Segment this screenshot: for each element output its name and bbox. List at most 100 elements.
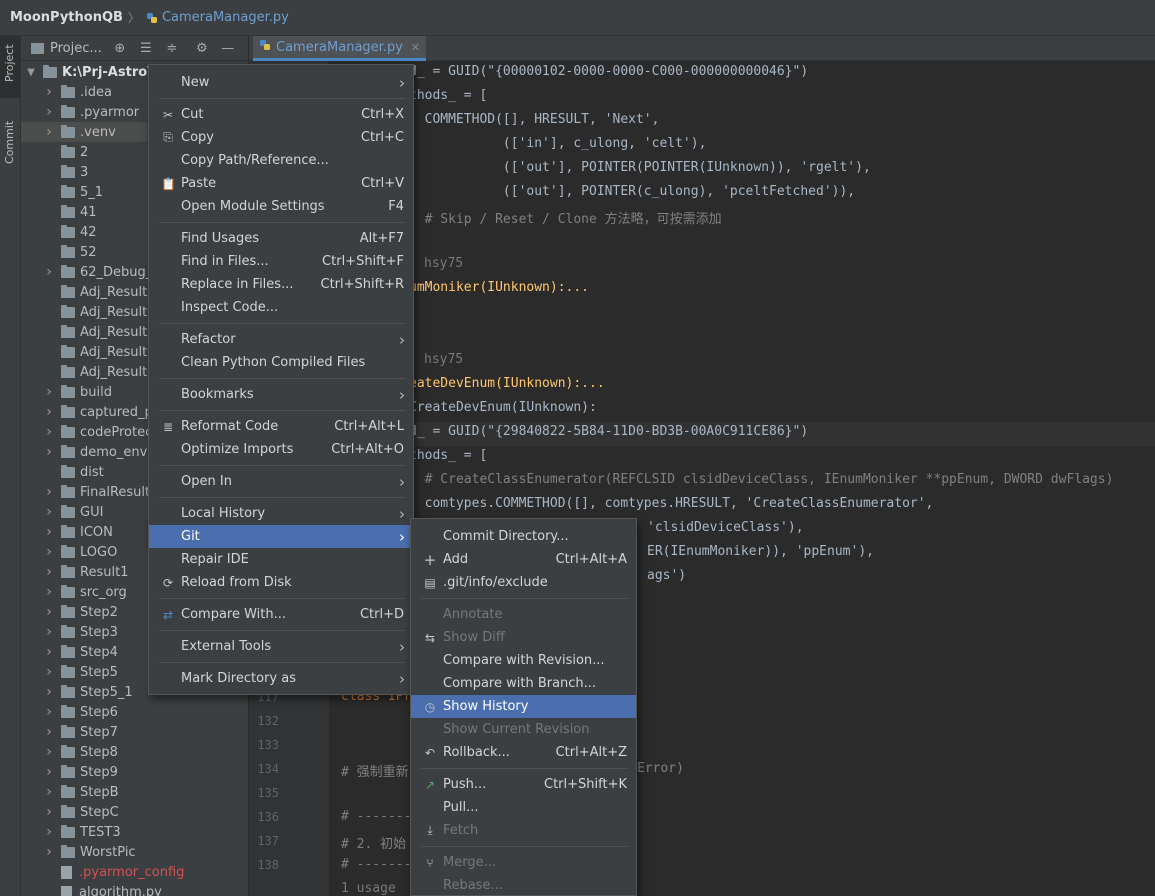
chevron-right-icon[interactable]: › (43, 764, 55, 780)
menu-item-replace-in-files[interactable]: Replace in Files... Ctrl+Shift+R (149, 273, 413, 296)
tree-item-label: Result1 (80, 564, 129, 580)
tree-folder-row[interactable]: › Step9 (21, 762, 249, 782)
menu-item-shortcut: Ctrl+D (359, 607, 404, 622)
menu-item-push[interactable]: ↗ Push... Ctrl+Shift+K (411, 773, 636, 796)
tree-folder-row[interactable]: › Step6 (21, 702, 249, 722)
menu-separator (159, 465, 405, 466)
chevron-right-icon[interactable]: › (43, 684, 55, 700)
tree-folder-row[interactable]: › Step8 (21, 742, 249, 762)
minimize-icon[interactable]: — (220, 40, 236, 56)
chevron-right-icon[interactable]: › (43, 624, 55, 640)
tree-file-row[interactable]: .pyarmor_config (21, 862, 249, 882)
tree-folder-row[interactable]: › TEST3 (21, 822, 249, 842)
menu-separator (159, 378, 405, 379)
breadcrumb-file[interactable]: CameraManager.py (162, 10, 289, 25)
chevron-right-icon[interactable]: › (43, 804, 55, 820)
menu-item-add[interactable]: + Add Ctrl+Alt+A (411, 548, 636, 571)
project-context-menu: New › ✂ Cut Ctrl+X ⎘ Copy Ctrl+C Copy Path/Refer… (148, 64, 414, 695)
chevron-right-icon[interactable]: › (43, 84, 55, 100)
collapse-all-icon[interactable]: ≑ (164, 40, 180, 56)
close-icon[interactable]: ✕ (411, 41, 420, 54)
chevron-right-icon[interactable]: › (43, 744, 55, 760)
chevron-right-icon[interactable]: › (43, 444, 55, 460)
chevron-right-icon[interactable]: › (43, 504, 55, 520)
menu-item-copy[interactable]: ⎘ Copy Ctrl+C (149, 126, 413, 149)
menu-item-label: Commit Directory... (443, 529, 569, 544)
chevron-right-icon[interactable]: › (43, 424, 55, 440)
menu-item-reload-from-disk[interactable]: ⟳ Reload from Disk (149, 571, 413, 594)
chevron-right-icon[interactable]: › (43, 564, 55, 580)
folder-icon (61, 284, 75, 298)
menu-item-bookmarks[interactable]: Bookmarks › (149, 383, 413, 406)
menu-item-compare-with[interactable]: ⇄ Compare With... Ctrl+D (149, 603, 413, 626)
expand-all-icon[interactable]: ☰ (138, 40, 154, 56)
chevron-down-icon[interactable]: ▼ (25, 67, 37, 78)
chevron-right-icon: › (399, 669, 405, 688)
menu-item-git-info-exclude[interactable]: ▤ .git/info/exclude (411, 571, 636, 594)
menu-item-inspect-code[interactable]: Inspect Code... (149, 296, 413, 319)
menu-item-open-in[interactable]: Open In › (149, 470, 413, 493)
project-tool-tab[interactable]: Project (0, 36, 21, 98)
tree-folder-row[interactable]: › WorstPic (21, 842, 249, 862)
chevron-right-icon[interactable]: › (43, 384, 55, 400)
menu-item-open-module-settings[interactable]: Open Module Settings F4 (149, 195, 413, 218)
tree-folder-row[interactable]: › StepB (21, 782, 249, 802)
menu-item-show-history[interactable]: ◷ Show History (411, 695, 636, 718)
chevron-right-icon[interactable]: › (43, 824, 55, 840)
chevron-right-icon[interactable]: › (43, 704, 55, 720)
project-panel-title[interactable]: Projec... (50, 41, 102, 56)
menu-item-rollback[interactable]: ↶ Rollback... Ctrl+Alt+Z (411, 741, 636, 764)
menu-item-find-usages[interactable]: Find Usages Alt+F7 (149, 227, 413, 250)
menu-item-copy-path-reference[interactable]: Copy Path/Reference... (149, 149, 413, 172)
gear-icon[interactable]: ⚙ (194, 40, 210, 56)
menu-item-new[interactable]: New › (149, 71, 413, 94)
menu-item-clean-python-compiled-files[interactable]: Clean Python Compiled Files (149, 351, 413, 374)
chevron-right-icon: › (399, 637, 405, 656)
menu-item-find-in-files[interactable]: Find in Files... Ctrl+Shift+F (149, 250, 413, 273)
tree-folder-row[interactable]: › Step7 (21, 722, 249, 742)
chevron-right-icon[interactable]: › (43, 844, 55, 860)
breadcrumb-project[interactable]: MoonPythonQB (10, 10, 123, 25)
commit-tool-tab[interactable]: Commit (0, 116, 21, 176)
chevron-right-icon[interactable]: › (43, 664, 55, 680)
menu-item-cut[interactable]: ✂ Cut Ctrl+X (149, 103, 413, 126)
tree-item-label: .pyarmor_config (79, 864, 185, 880)
menu-item-mark-directory-as[interactable]: Mark Directory as › (149, 667, 413, 690)
menu-item-paste[interactable]: 📋 Paste Ctrl+V (149, 172, 413, 195)
tree-file-row[interactable]: algorithm.py (21, 882, 249, 896)
folder-icon (61, 184, 75, 198)
chevron-right-icon[interactable]: › (43, 724, 55, 740)
chevron-right-icon[interactable]: › (43, 544, 55, 560)
menu-item-local-history[interactable]: Local History › (149, 502, 413, 525)
chevron-right-icon[interactable]: › (43, 784, 55, 800)
folder-icon (61, 544, 75, 558)
chevron-right-icon[interactable]: › (43, 264, 55, 280)
menu-item-optimize-imports[interactable]: Optimize Imports Ctrl+Alt+O (149, 438, 413, 461)
menu-item-reformat-code[interactable]: ≣ Reformat Code Ctrl+Alt+L (149, 415, 413, 438)
editor-tab[interactable]: CameraManager.py ✕ (253, 36, 427, 61)
chevron-right-icon[interactable]: › (43, 524, 55, 540)
chevron-right-icon[interactable]: › (43, 604, 55, 620)
folder-icon (61, 604, 75, 618)
menu-item-compare-with-revision[interactable]: Compare with Revision... (411, 649, 636, 672)
menu-item-external-tools[interactable]: External Tools › (149, 635, 413, 658)
reload-icon: ⟳ (162, 575, 174, 590)
menu-item-compare-with-branch[interactable]: Compare with Branch... (411, 672, 636, 695)
menu-item-refactor[interactable]: Refactor › (149, 328, 413, 351)
menu-item-commit-directory[interactable]: Commit Directory... (411, 525, 636, 548)
menu-item-repair-ide[interactable]: Repair IDE (149, 548, 413, 571)
menu-item-pull[interactable]: Pull... (411, 796, 636, 819)
crosshair-icon[interactable]: ⊕ (112, 40, 128, 56)
folder-icon (61, 364, 75, 378)
chevron-right-icon[interactable]: › (43, 404, 55, 420)
chevron-right-icon[interactable]: › (43, 124, 55, 140)
menu-item-label: Compare with Revision... (443, 653, 605, 668)
chevron-right-icon[interactable]: › (43, 104, 55, 120)
tree-folder-row[interactable]: › StepC (21, 802, 249, 822)
chevron-right-icon[interactable]: › (43, 644, 55, 660)
menu-item-git[interactable]: Git › (149, 525, 413, 548)
code-comment: # ------- (341, 857, 412, 872)
git-file-icon: ▤ (424, 575, 436, 590)
chevron-right-icon[interactable]: › (43, 484, 55, 500)
chevron-right-icon[interactable]: › (43, 584, 55, 600)
